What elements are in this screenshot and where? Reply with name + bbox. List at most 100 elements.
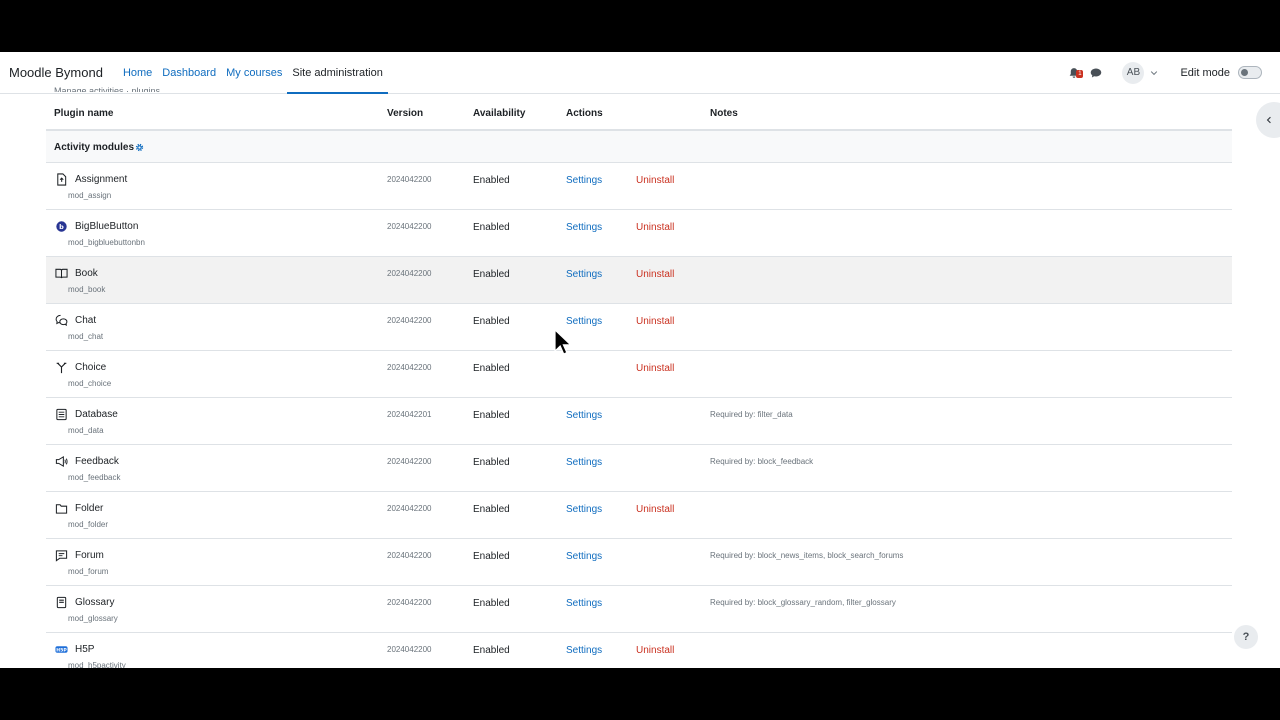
plugin-availability: Enabled [473,504,510,515]
mouse-cursor-icon [554,329,572,355]
notifications-button[interactable]: 1 [1068,65,1084,81]
forum-icon [55,549,69,563]
table-row: Database mod_data 2024042201 Enabled Set… [46,398,1232,445]
header-actions: Actions [566,108,603,119]
header-notes: Notes [710,108,738,119]
settings-link[interactable]: Settings [566,222,602,233]
table-row: Choice mod_choice 2024042200 Enabled Uni… [46,351,1232,398]
uninstall-link[interactable]: Uninstall [636,269,674,280]
choice-icon [55,361,69,375]
plugin-component: mod_book [68,285,106,294]
plugin-component: mod_bigbluebuttonbn [68,238,145,247]
glossary-icon [55,596,69,610]
scrolled-page-description: Manage activities · plugins [54,86,161,92]
section-label: Activity modules [54,142,135,153]
chevron-left-icon [1266,116,1271,124]
svg-text:H5P: H5P [56,647,67,653]
plugin-note: Required by: filter_data [710,410,793,419]
plugin-name: Chat [75,315,97,326]
plugin-component: mod_forum [68,567,109,576]
notification-count-badge: 1 [1076,69,1084,78]
uninstall-link[interactable]: Uninstall [636,316,674,327]
settings-link[interactable]: Settings [566,269,602,280]
plugin-version: 2024042200 [387,222,432,231]
table-row: Folder mod_folder 2024042200 Enabled Set… [46,492,1232,539]
messages-icon[interactable] [1090,67,1102,79]
nav-site-administration[interactable]: Site administration [287,52,388,94]
uninstall-link[interactable]: Uninstall [636,175,674,186]
table-row: b BigBlueButton mod_bigbluebuttonbn 2024… [46,210,1232,257]
plugin-component: mod_data [68,426,104,435]
plugin-name: Database [75,409,118,420]
edit-mode-label: Edit mode [1180,66,1230,79]
chat-icon [55,314,69,328]
plugin-note: Required by: block_feedback [710,457,814,466]
plugin-component: mod_feedback [68,473,121,482]
plugin-component: mod_chat [68,332,104,341]
uninstall-link[interactable]: Uninstall [636,222,674,233]
settings-link[interactable]: Settings [566,316,602,327]
settings-link[interactable]: Settings [566,410,602,421]
plugin-version: 2024042200 [387,457,432,466]
plugin-component: mod_folder [68,520,109,529]
plugin-version: 2024042201 [387,410,432,419]
table-row: Book mod_book 2024042200 Enabled Setting… [46,257,1232,304]
plugin-note: Required by: block_glossary_random, filt… [710,598,896,607]
plugin-name: Glossary [75,597,115,608]
chevron-down-icon[interactable] [1150,69,1158,77]
uninstall-link[interactable]: Uninstall [636,504,674,515]
table-row: Feedback mod_feedback 2024042200 Enabled… [46,445,1232,492]
settings-link[interactable]: Settings [566,551,602,562]
plugin-availability: Enabled [473,645,510,656]
nav-dashboard[interactable]: Dashboard [157,52,221,94]
bigbluebutton-icon: b [55,220,69,234]
plugin-version: 2024042200 [387,363,432,372]
settings-link[interactable]: Settings [566,598,602,609]
settings-link[interactable]: Settings [566,175,602,186]
plugin-version: 2024042200 [387,316,432,325]
plugin-component: mod_glossary [68,614,118,623]
plugin-version: 2024042200 [387,551,432,560]
plugin-component: mod_assign [68,191,112,200]
folder-icon [55,502,69,516]
header-version: Version [387,108,424,119]
plugin-availability: Enabled [473,316,510,327]
help-button[interactable]: ? [1234,625,1258,649]
table-row: Glossary mod_glossary 2024042200 Enabled… [46,586,1232,633]
edit-mode-toggle[interactable] [1238,66,1262,79]
plugin-component: mod_choice [68,379,112,388]
plugins-table: Plugin name Version Availability Actions… [46,98,1232,668]
plugin-version: 2024042200 [387,598,432,607]
plugin-availability: Enabled [473,222,510,233]
nav-my-courses[interactable]: My courses [221,52,287,94]
plugin-name: Forum [75,550,104,561]
settings-link[interactable]: Settings [566,645,602,656]
h5p-icon: H5P [55,643,69,657]
feedback-icon [55,455,69,469]
assignment-icon [55,173,69,187]
table-header: Plugin name Version Availability Actions… [46,98,1232,131]
plugin-version: 2024042200 [387,504,432,513]
plugin-name: Feedback [75,456,119,467]
open-drawer-button[interactable] [1256,102,1280,138]
site-brand[interactable]: Moodle Bymond [9,65,103,80]
section-activity-modules: Activity modules [46,131,1232,163]
moodle-page: Moodle Bymond Home Dashboard My courses … [0,52,1280,668]
plugin-availability: Enabled [473,175,510,186]
user-avatar[interactable]: AB [1122,61,1145,84]
top-navbar: Moodle Bymond Home Dashboard My courses … [0,52,1280,94]
table-row: Chat mod_chat 2024042200 Enabled Setting… [46,304,1232,351]
uninstall-link[interactable]: Uninstall [636,645,674,656]
header-availability: Availability [473,108,526,119]
settings-link[interactable]: Settings [566,457,602,468]
plugin-version: 2024042200 [387,175,432,184]
uninstall-link[interactable]: Uninstall [636,363,674,374]
plugin-availability: Enabled [473,457,510,468]
section-title: Activity modules [54,142,144,153]
gear-icon[interactable] [135,143,144,152]
settings-link[interactable]: Settings [566,504,602,515]
database-icon [55,408,69,422]
plugin-note: Required by: block_news_items, block_sea… [710,551,904,560]
toggle-knob [1241,69,1248,76]
plugin-name: Book [75,268,98,279]
